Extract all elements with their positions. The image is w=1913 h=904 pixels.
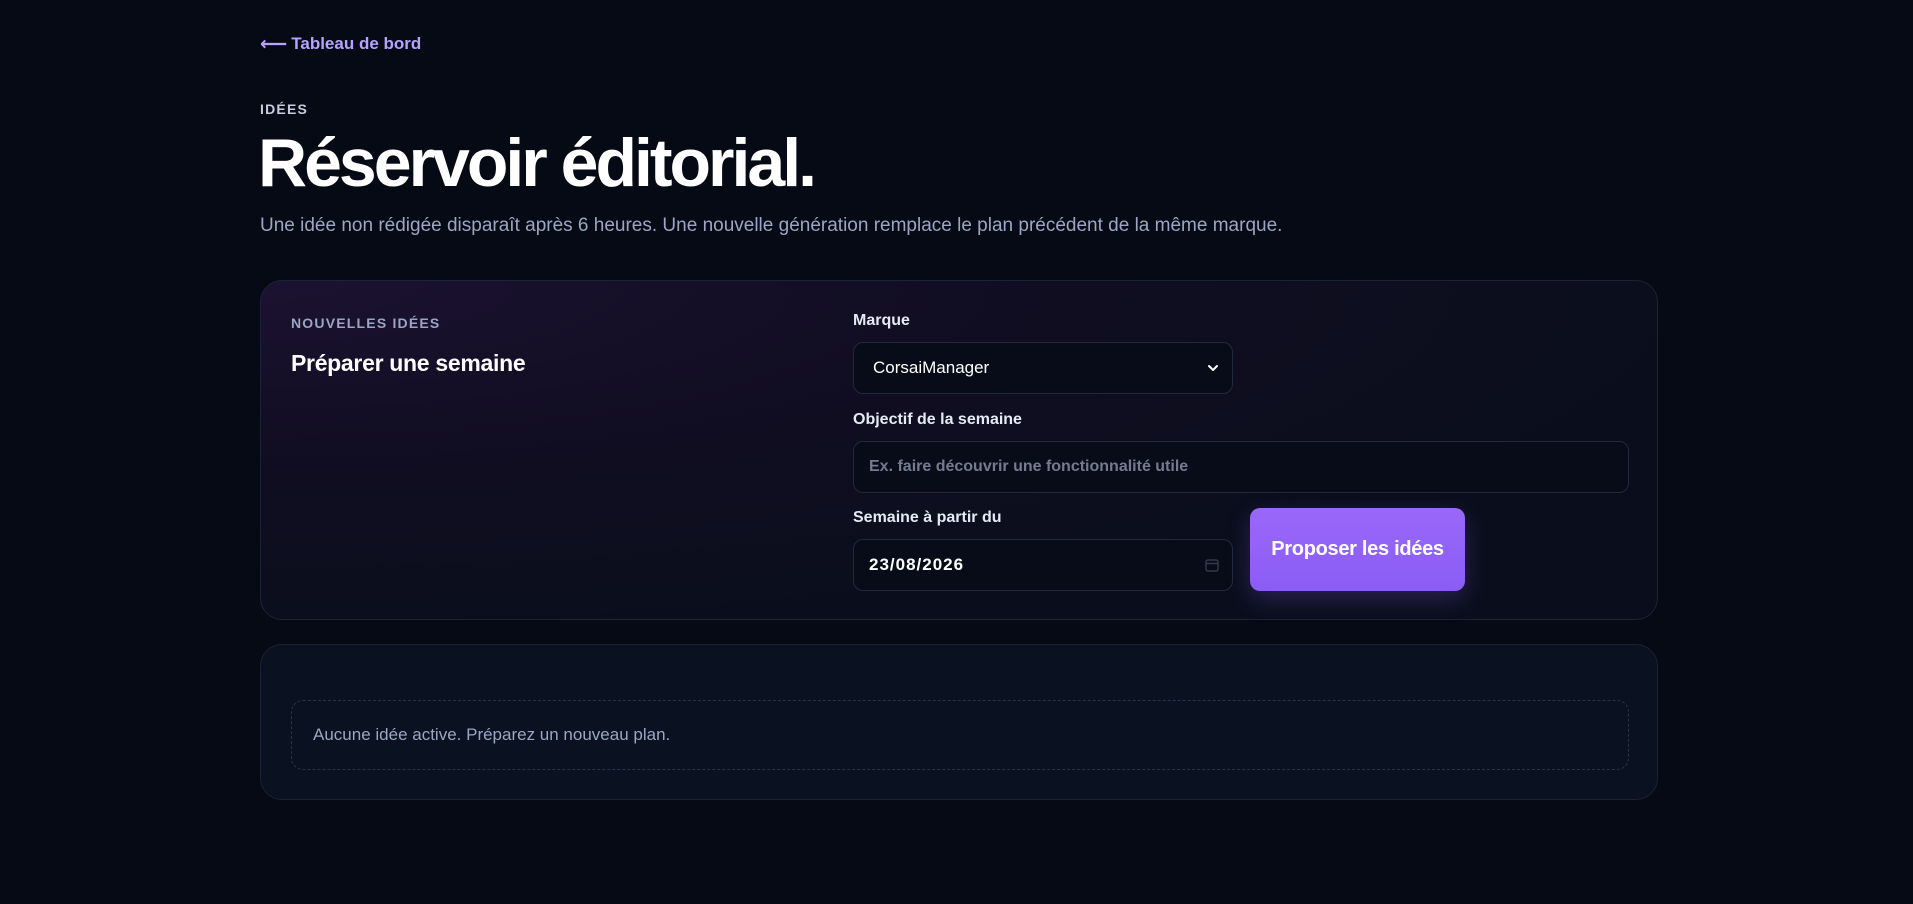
back-link-label: Tableau de bord xyxy=(291,34,422,53)
page-subtitle: Une idée non rédigée disparaît après 6 h… xyxy=(260,215,1283,236)
arrow-left-icon: ⟵ xyxy=(260,33,288,55)
week-start-date-input[interactable]: 23/08/2026 xyxy=(853,539,1233,591)
objective-input[interactable] xyxy=(853,441,1629,493)
page: ⟵ Tableau de bord IDÉES Réservoir éditor… xyxy=(0,0,1913,904)
section-label: NOUVELLES IDÉES xyxy=(291,315,441,331)
section-title: Préparer une semaine xyxy=(291,350,526,376)
objective-label: Objectif de la semaine xyxy=(853,411,1022,428)
page-title: Réservoir éditorial. xyxy=(258,125,817,201)
page-eyebrow: IDÉES xyxy=(260,101,309,117)
chevron-down-icon xyxy=(1208,365,1218,371)
empty-state: Aucune idée active. Préparez un nouveau … xyxy=(291,700,1629,770)
ideas-list-card: Aucune idée active. Préparez un nouveau … xyxy=(260,644,1658,800)
week-start-label: Semaine à partir du xyxy=(853,509,1002,526)
brand-label: Marque xyxy=(853,312,910,329)
brand-select-value: CorsaiManager xyxy=(873,358,990,377)
new-ideas-card: NOUVELLES IDÉES Préparer une semaine Mar… xyxy=(260,280,1658,620)
brand-select[interactable]: CorsaiManager xyxy=(853,342,1233,394)
calendar-icon[interactable] xyxy=(1204,557,1220,573)
propose-ideas-button[interactable]: Proposer les idées xyxy=(1250,508,1465,591)
week-start-date-value: 23/08/2026 xyxy=(869,555,965,574)
back-to-dashboard-link[interactable]: ⟵ Tableau de bord xyxy=(260,34,421,54)
